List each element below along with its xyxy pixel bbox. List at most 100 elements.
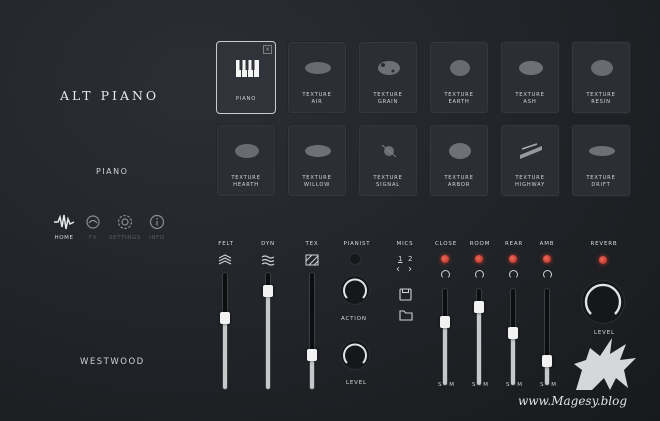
pianist-label: PIANIST [343,241,371,247]
product-title: ALT PIANO [60,88,160,103]
tex-fader[interactable] [307,272,317,390]
texture-swatch-icon [591,60,613,76]
texture-swatch-icon [305,145,331,157]
fader-thumb[interactable] [440,315,450,328]
close-icon[interactable]: × [263,45,272,54]
amb-solo-mute[interactable]: S M [540,382,559,388]
room-solo-mute[interactable]: S M [472,382,491,388]
fader-fill [477,306,481,385]
tile-sublabel: ASH [523,99,537,105]
room-led[interactable] [475,255,483,263]
preset-name[interactable]: PIANO [96,167,128,176]
fx-icon [86,215,100,229]
rear-solo-mute[interactable]: S M [506,382,525,388]
fader-thumb[interactable] [220,312,230,325]
amb-label: AMB [539,241,555,247]
reverb-led[interactable] [599,256,607,264]
pianist-mini-knob[interactable] [350,254,360,264]
tile-texture-ash[interactable]: TEXTURE ASH [500,41,560,114]
nav-settings-label: SETTINGS [109,235,141,241]
fader-fill [223,318,227,389]
save-icon[interactable] [399,288,412,301]
fader-thumb[interactable] [474,300,484,313]
nav-info-label: INFO [149,235,165,241]
nav-fx-label: FX [88,235,98,241]
tile-texture-arbor[interactable]: TEXTURE ARBOR [429,124,489,197]
tile-texture-air[interactable]: TEXTURE AIR [287,41,347,114]
tile-piano[interactable]: × PIANO [216,41,276,114]
amb-pan-knob[interactable] [543,270,552,279]
folder-icon[interactable] [399,309,413,321]
tile-texture-willow[interactable]: TEXTURE WILLOW [287,124,347,197]
alt-piano-plugin-window: ALT PIANO PIANO WESTWOOD HOME FX SETTING… [0,0,660,421]
room-fader[interactable] [474,288,484,386]
tile-label: TEXTURE [586,175,616,181]
tile-label: TEXTURE [373,175,403,181]
felt-pattern-icon [218,254,232,265]
dyn-fader[interactable] [263,272,273,390]
tile-texture-grain[interactable]: TEXTURE GRAIN [358,41,418,114]
close-solo-mute[interactable]: S M [438,382,457,388]
close-fader[interactable] [440,288,450,386]
info-icon [149,214,165,230]
mic-page-2[interactable]: 2 [408,255,412,263]
dyn-wave-icon [261,255,275,266]
close-led[interactable] [441,255,449,263]
nav-fx[interactable]: FX [76,213,110,241]
rear-pan-knob[interactable] [509,270,518,279]
fader-thumb[interactable] [542,355,552,368]
tile-texture-signal[interactable]: TEXTURE SIGNAL [358,124,418,197]
watermark-text: www.Magesy.blog [518,394,628,408]
room-pan-knob[interactable] [475,270,484,279]
tile-label: TEXTURE [515,92,545,98]
texture-swatch-icon [381,144,397,158]
action-knob[interactable] [341,276,369,304]
amb-led[interactable] [543,255,551,263]
fader-fill [266,290,270,389]
maker-name: WESTWOOD [80,357,145,367]
tile-sublabel: HEARTH [233,182,259,188]
mics-label: MICS [396,241,414,247]
nav-settings[interactable]: SETTINGS [108,213,142,241]
felt-fader[interactable] [220,272,230,390]
tile-label: TEXTURE [586,92,616,98]
tile-sublabel: DRIFT [591,182,611,188]
pianist-level-knob[interactable] [341,341,369,369]
close-pan-knob[interactable] [441,270,450,279]
tile-sublabel: RESIN [591,99,611,105]
gear-icon [117,214,133,230]
tile-sublabel: SIGNAL [376,182,400,188]
tile-texture-earth[interactable]: TEXTURE EARTH [429,41,489,114]
next-arrow-icon[interactable]: › [408,264,412,275]
fader-thumb[interactable] [263,284,273,297]
fader-fill [443,321,447,385]
texture-swatch-icon [519,61,543,75]
tile-sublabel: WILLOW [303,182,331,188]
tile-label: TEXTURE [302,92,332,98]
reverb-level-knob[interactable] [582,281,624,323]
tile-texture-drift[interactable]: TEXTURE DRIFT [571,124,631,197]
rear-fader[interactable] [508,288,518,386]
nav-info[interactable]: INFO [140,213,174,241]
texture-swatch-icon [235,144,259,158]
amb-fader[interactable] [542,288,552,386]
texture-swatch-icon [589,146,615,156]
fader-thumb[interactable] [307,349,317,362]
tile-sublabel: EARTH [448,99,470,105]
mic-page-1[interactable]: 1 [398,255,402,263]
tile-label: TEXTURE [444,175,474,181]
tex-hatch-icon [305,254,319,266]
prev-arrow-icon[interactable]: ‹ [396,264,400,275]
tile-texture-highway[interactable]: TEXTURE HIGHWAY [500,124,560,197]
texture-swatch-icon [520,143,542,159]
tile-texture-resin[interactable]: TEXTURE RESIN [571,41,631,114]
felt-label: FELT [218,241,234,247]
tile-sublabel: HIGHWAY [514,182,546,188]
tile-sublabel: GRAIN [377,99,399,105]
tile-label: TEXTURE [373,92,403,98]
rear-led[interactable] [509,255,517,263]
griffin-logo-icon [574,338,636,390]
tile-texture-hearth[interactable]: TEXTURE HEARTH [216,124,276,197]
tile-label: TEXTURE [231,175,261,181]
fader-thumb[interactable] [508,326,518,339]
